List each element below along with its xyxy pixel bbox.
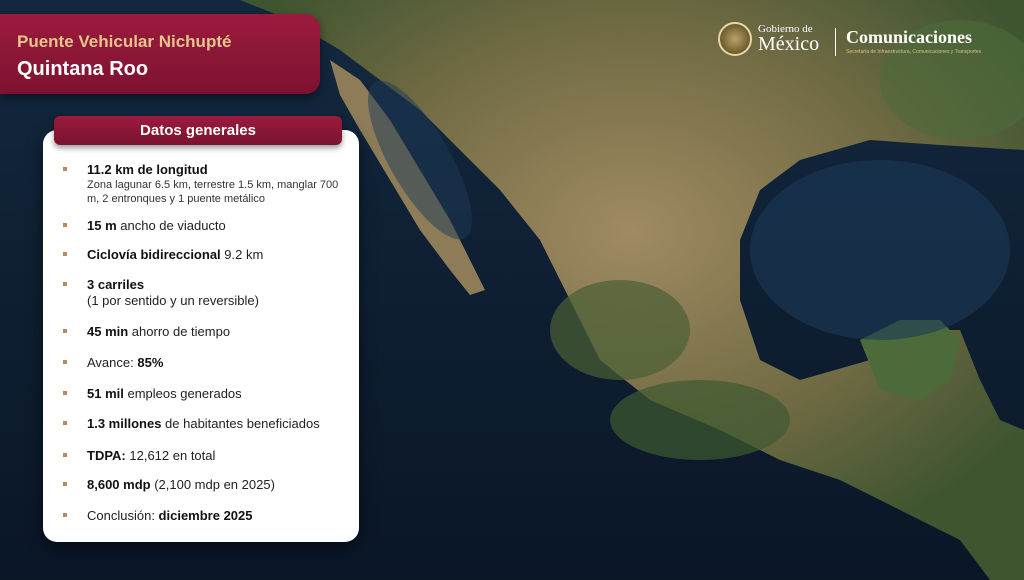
- national-seal-icon: [718, 22, 752, 56]
- logo-divider: [835, 28, 836, 56]
- list-item: 15 m ancho de viaducto: [63, 218, 347, 234]
- project-title: Puente Vehicular Nichupté: [17, 32, 232, 51]
- bullet-icon: [63, 167, 67, 171]
- list-item: 1.3 millones de habitantes beneficiados: [63, 416, 347, 432]
- mexico-label: México: [758, 33, 820, 55]
- card-header: Datos generales: [54, 116, 342, 145]
- list-item: Avance: 85%: [63, 355, 347, 371]
- list-item: Ciclovía bidireccional 9.2 km: [63, 247, 347, 263]
- title-card: Puente Vehicular Nichupté Quintana Roo: [0, 14, 320, 94]
- list-item: 51 mil empleos generados: [63, 386, 347, 402]
- bullet-icon: [63, 421, 67, 425]
- list-item: 3 carriles (1 por sentido y un reversibl…: [63, 277, 347, 309]
- bullet-icon: [63, 482, 67, 486]
- bullet-icon: [63, 360, 67, 364]
- bullet-icon: [63, 453, 67, 457]
- bullet-icon: [63, 252, 67, 256]
- list-item: Conclusión: diciembre 2025: [63, 508, 347, 524]
- list-item: TDPA: 12,612 en total: [63, 448, 347, 464]
- bullet-icon: [63, 223, 67, 227]
- project-state: Quintana Roo: [17, 58, 149, 80]
- list-item: 11.2 km de longitud Zona lagunar 6.5 km,…: [63, 162, 347, 206]
- bullet-icon: [63, 282, 67, 286]
- bullet-icon: [63, 391, 67, 395]
- comunicaciones-subtitle: Secretaría de Infraestructura, Comunicac…: [846, 49, 982, 55]
- bullet-icon: [63, 513, 67, 517]
- government-logos: Gobierno de México Comunicaciones Secret…: [716, 18, 1006, 62]
- list-item: 45 min ahorro de tiempo: [63, 324, 347, 340]
- list-item: 8,600 mdp (2,100 mdp en 2025): [63, 477, 347, 493]
- comunicaciones-label: Comunicaciones: [846, 27, 972, 47]
- bullet-icon: [63, 329, 67, 333]
